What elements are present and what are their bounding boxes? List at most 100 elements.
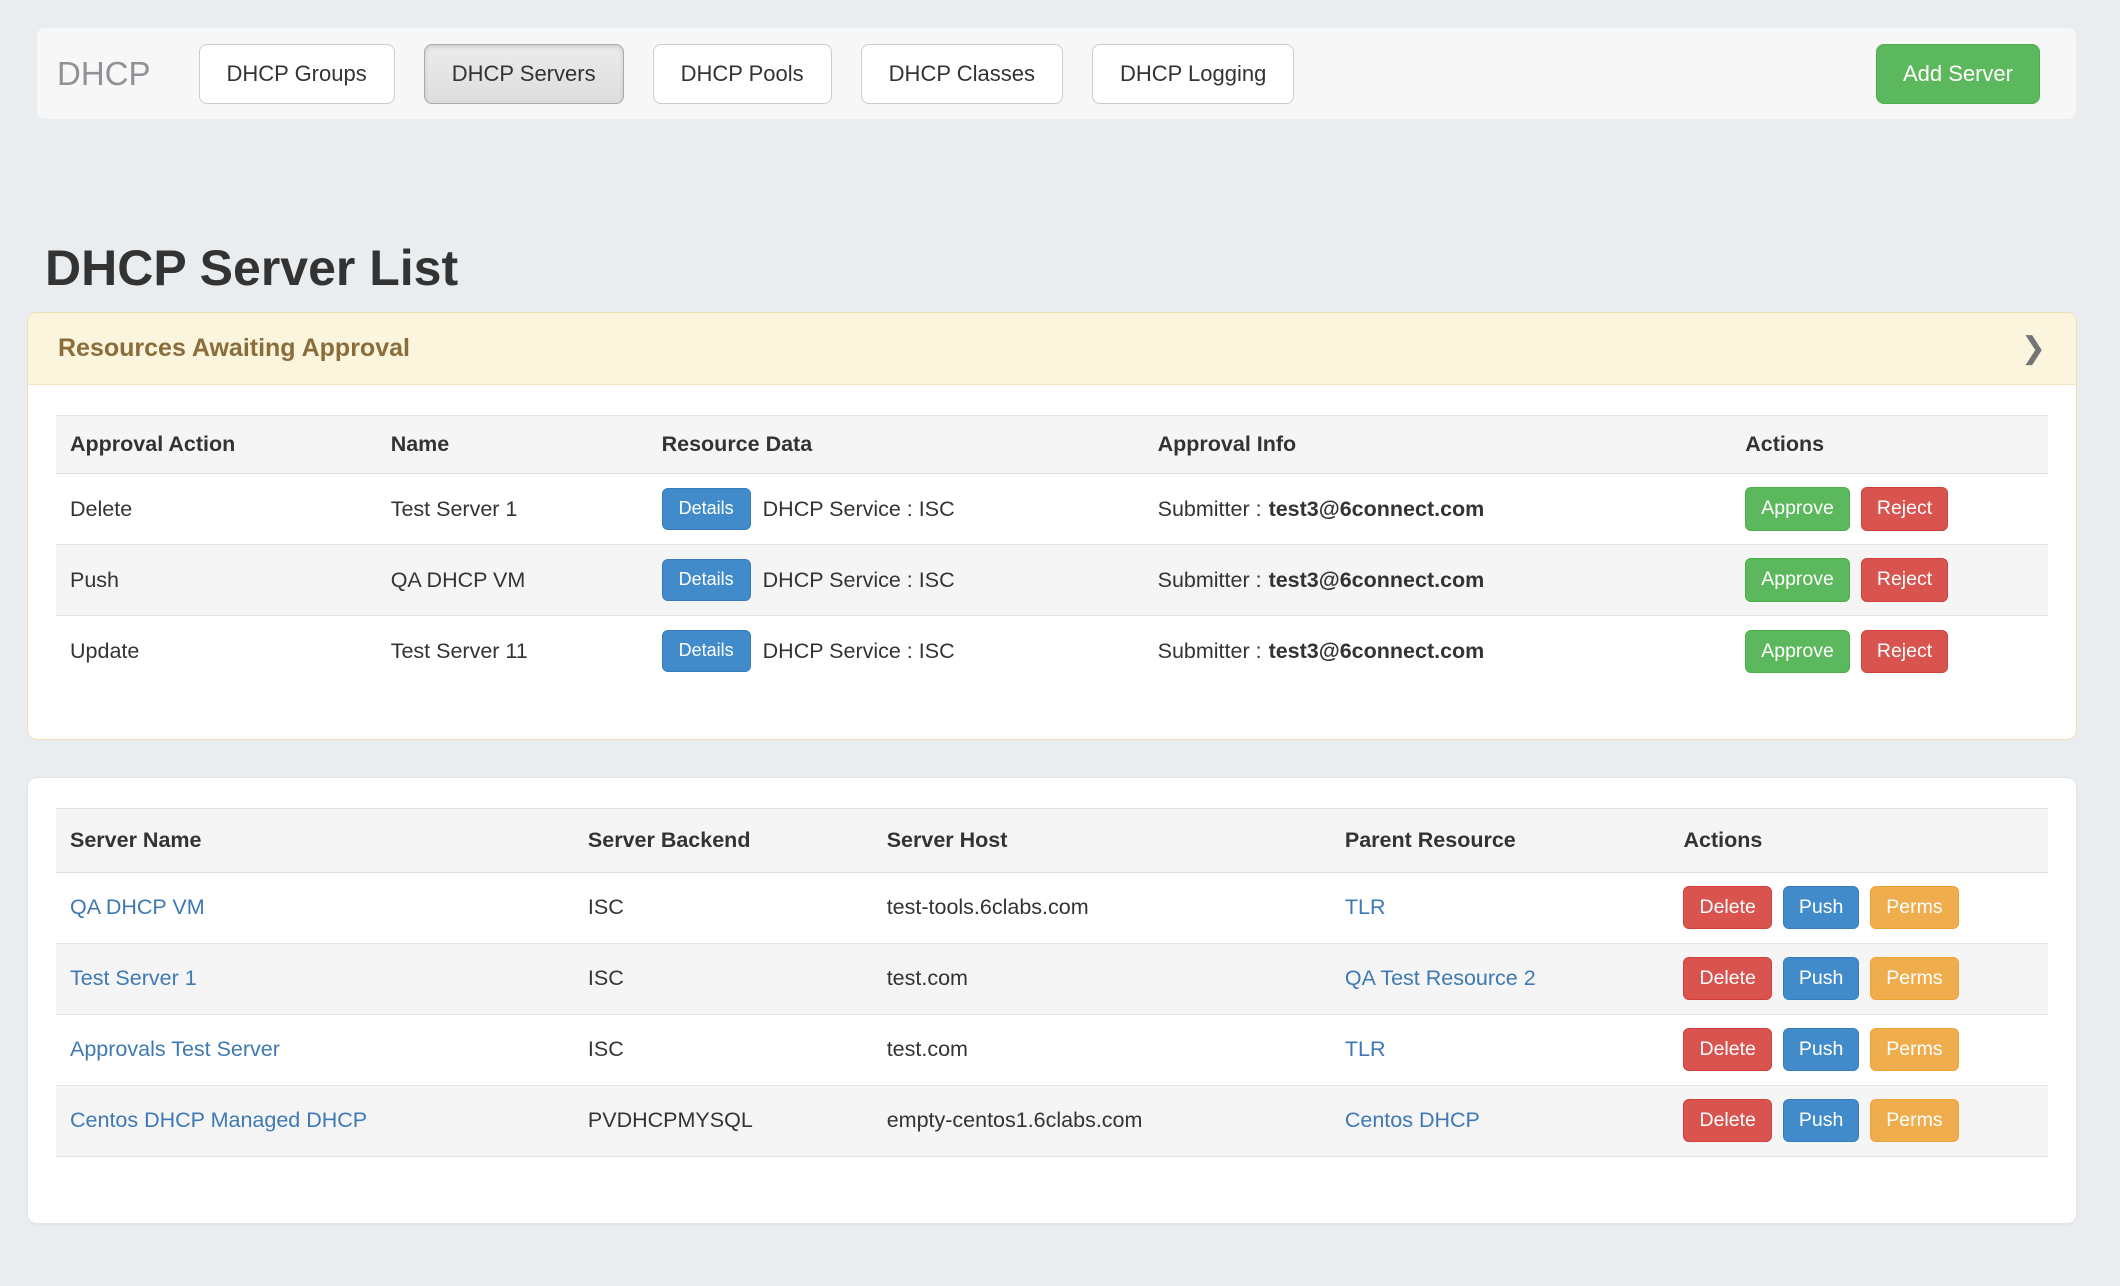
servers-table-header-row: Server Name Server Backend Server Host P…: [56, 808, 2048, 872]
delete-button[interactable]: Delete: [1683, 957, 1771, 1000]
approval-info-cell: Submitter : test3@6connect.com: [1144, 545, 1732, 616]
resource-data-text: DHCP Service : ISC: [763, 497, 955, 522]
server-host-cell: test-tools.6clabs.com: [873, 872, 1331, 943]
submitter-label: Submitter :: [1158, 639, 1262, 663]
server-name-cell: QA DHCP VM: [56, 872, 574, 943]
resource-data-text: DHCP Service : ISC: [763, 568, 955, 593]
approval-action-cell: Update: [56, 616, 377, 687]
parent-resource-link[interactable]: TLR: [1345, 895, 1386, 919]
approval-actions-cell: Approve Reject: [1731, 616, 2048, 687]
submitter-label: Submitter :: [1158, 568, 1262, 592]
approve-button[interactable]: Approve: [1745, 487, 1850, 530]
perms-button[interactable]: Perms: [1870, 886, 1958, 929]
server-name-link[interactable]: Test Server 1: [70, 966, 197, 990]
server-actions-cell: Delete Push Perms: [1669, 872, 2048, 943]
column-resource-data: Resource Data: [648, 416, 1144, 474]
server-row: QA DHCP VM ISC test-tools.6clabs.com TLR…: [56, 872, 2048, 943]
delete-button[interactable]: Delete: [1683, 1099, 1771, 1142]
server-backend-cell: ISC: [574, 872, 873, 943]
server-host-cell: test.com: [873, 1014, 1331, 1085]
push-button[interactable]: Push: [1783, 957, 1859, 1000]
column-parent-resource: Parent Resource: [1331, 808, 1670, 872]
approval-name-cell: Test Server 1: [377, 474, 648, 545]
server-row: Approvals Test Server ISC test.com TLR D…: [56, 1014, 2048, 1085]
perms-button[interactable]: Perms: [1870, 1028, 1958, 1071]
approval-row: Update Test Server 11 Details DHCP Servi…: [56, 616, 2048, 687]
tab-dhcp-groups[interactable]: DHCP Groups: [199, 44, 395, 104]
chevron-right-icon[interactable]: ❯: [2021, 334, 2046, 364]
dhcp-nav: DHCP Groups DHCP Servers DHCP Pools DHCP…: [199, 44, 1295, 104]
tab-dhcp-classes[interactable]: DHCP Classes: [861, 44, 1063, 104]
server-name-cell: Approvals Test Server: [56, 1014, 574, 1085]
details-button[interactable]: Details: [662, 630, 751, 672]
approve-button[interactable]: Approve: [1745, 630, 1850, 673]
column-server-name: Server Name: [56, 808, 574, 872]
column-actions: Actions: [1669, 808, 2048, 872]
add-server-button[interactable]: Add Server: [1876, 44, 2040, 104]
parent-resource-cell: QA Test Resource 2: [1331, 943, 1670, 1014]
server-name-link[interactable]: Centos DHCP Managed DHCP: [70, 1108, 367, 1132]
details-button[interactable]: Details: [662, 488, 751, 530]
submitter-email: test3@6connect.com: [1269, 497, 1485, 521]
tab-dhcp-servers[interactable]: DHCP Servers: [424, 44, 624, 104]
server-name-cell: Centos DHCP Managed DHCP: [56, 1085, 574, 1156]
details-button[interactable]: Details: [662, 559, 751, 601]
column-name: Name: [377, 416, 648, 474]
submitter-email: test3@6connect.com: [1269, 639, 1485, 663]
server-row: Centos DHCP Managed DHCP PVDHCPMYSQL emp…: [56, 1085, 2048, 1156]
parent-resource-link[interactable]: TLR: [1345, 1037, 1386, 1061]
resource-data-text: DHCP Service : ISC: [763, 639, 955, 664]
reject-button[interactable]: Reject: [1861, 630, 1948, 673]
approval-panel-header[interactable]: Resources Awaiting Approval ❯: [28, 313, 2076, 385]
page: DHCP DHCP Groups DHCP Servers DHCP Pools…: [0, 28, 2120, 1224]
resource-data-cell: Details DHCP Service : ISC: [648, 616, 1144, 687]
delete-button[interactable]: Delete: [1683, 1028, 1771, 1071]
approval-info-cell: Submitter : test3@6connect.com: [1144, 474, 1732, 545]
approval-panel-title: Resources Awaiting Approval: [58, 334, 410, 363]
server-name-cell: Test Server 1: [56, 943, 574, 1014]
reject-button[interactable]: Reject: [1861, 487, 1948, 530]
parent-resource-cell: Centos DHCP: [1331, 1085, 1670, 1156]
approval-actions-cell: Approve Reject: [1731, 545, 2048, 616]
server-name-link[interactable]: Approvals Test Server: [70, 1037, 280, 1061]
server-actions-cell: Delete Push Perms: [1669, 943, 2048, 1014]
column-server-backend: Server Backend: [574, 808, 873, 872]
resource-data-cell: Details DHCP Service : ISC: [648, 545, 1144, 616]
push-button[interactable]: Push: [1783, 886, 1859, 929]
delete-button[interactable]: Delete: [1683, 886, 1771, 929]
push-button[interactable]: Push: [1783, 1028, 1859, 1071]
tab-dhcp-pools[interactable]: DHCP Pools: [653, 44, 832, 104]
parent-resource-link[interactable]: QA Test Resource 2: [1345, 966, 1536, 990]
brand-label: DHCP: [57, 55, 151, 93]
server-list-panel-body: Server Name Server Backend Server Host P…: [28, 778, 2076, 1223]
approval-action-cell: Delete: [56, 474, 377, 545]
push-button[interactable]: Push: [1783, 1099, 1859, 1142]
approve-button[interactable]: Approve: [1745, 558, 1850, 601]
column-server-host: Server Host: [873, 808, 1331, 872]
page-title: DHCP Server List: [45, 241, 2120, 296]
approval-action-cell: Push: [56, 545, 377, 616]
server-actions-cell: Delete Push Perms: [1669, 1085, 2048, 1156]
server-backend-cell: ISC: [574, 943, 873, 1014]
server-backend-cell: PVDHCPMYSQL: [574, 1085, 873, 1156]
resource-data-cell: Details DHCP Service : ISC: [648, 474, 1144, 545]
parent-resource-cell: TLR: [1331, 872, 1670, 943]
server-row: Test Server 1 ISC test.com QA Test Resou…: [56, 943, 2048, 1014]
server-name-link[interactable]: QA DHCP VM: [70, 895, 205, 919]
approval-row: Delete Test Server 1 Details DHCP Servic…: [56, 474, 2048, 545]
server-host-cell: test.com: [873, 943, 1331, 1014]
submitter-label: Submitter :: [1158, 497, 1262, 521]
servers-table: Server Name Server Backend Server Host P…: [56, 808, 2048, 1157]
perms-button[interactable]: Perms: [1870, 1099, 1958, 1142]
tab-dhcp-logging[interactable]: DHCP Logging: [1092, 44, 1294, 104]
approval-table: Approval Action Name Resource Data Appro…: [56, 415, 2048, 687]
reject-button[interactable]: Reject: [1861, 558, 1948, 601]
column-approval-action: Approval Action: [56, 416, 377, 474]
approval-panel: Resources Awaiting Approval ❯ Approval A…: [27, 312, 2077, 740]
submitter-email: test3@6connect.com: [1269, 568, 1485, 592]
server-actions-cell: Delete Push Perms: [1669, 1014, 2048, 1085]
perms-button[interactable]: Perms: [1870, 957, 1958, 1000]
parent-resource-link[interactable]: Centos DHCP: [1345, 1108, 1480, 1132]
approval-table-header-row: Approval Action Name Resource Data Appro…: [56, 416, 2048, 474]
approval-actions-cell: Approve Reject: [1731, 474, 2048, 545]
